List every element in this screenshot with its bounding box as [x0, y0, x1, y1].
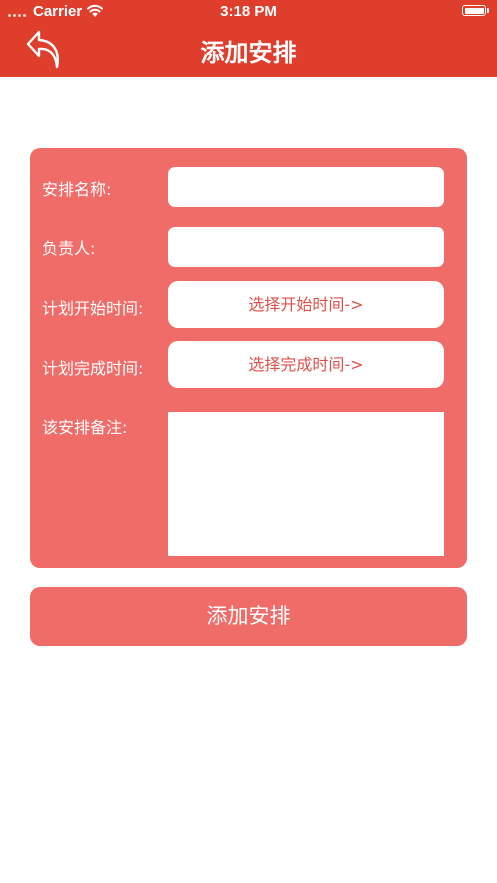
- notes-label: 该安排备注:: [42, 418, 128, 437]
- owner-input[interactable]: [168, 227, 444, 267]
- notes-textarea[interactable]: [168, 412, 444, 556]
- select-end-time-button[interactable]: 选择完成时间->: [168, 341, 444, 388]
- battery-icon: [462, 5, 486, 16]
- status-bar: Carrier 3:18 PM: [0, 0, 497, 24]
- arrangement-form: 安排名称: 负责人: 计划开始时间: 选择开始时间-> 计划完成时间: 选择完成…: [30, 148, 467, 568]
- page-title: 添加安排: [200, 39, 297, 67]
- select-start-time-button[interactable]: 选择开始时间->: [168, 281, 444, 328]
- navigation-bar: Carrier 3:18 PM 添加安排: [0, 0, 497, 77]
- end-time-label: 计划完成时间:: [42, 359, 144, 378]
- name-input[interactable]: [168, 167, 444, 207]
- owner-label: 负责人:: [42, 239, 96, 258]
- start-time-label: 计划开始时间:: [42, 299, 144, 318]
- status-time: 3:18 PM: [220, 3, 277, 20]
- add-arrangement-button[interactable]: 添加安排: [30, 587, 467, 646]
- name-label: 安排名称:: [42, 180, 112, 199]
- battery-tip: [487, 8, 489, 13]
